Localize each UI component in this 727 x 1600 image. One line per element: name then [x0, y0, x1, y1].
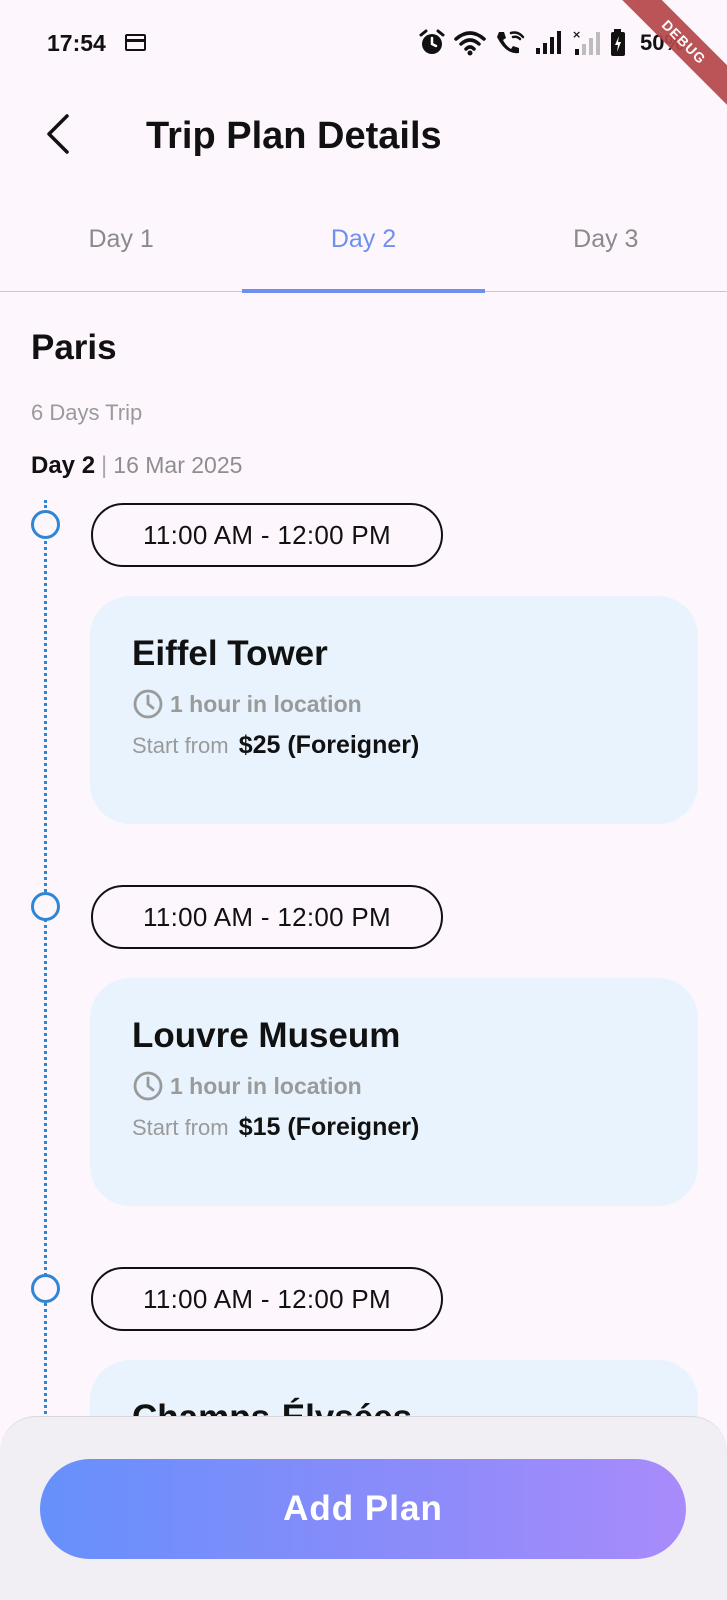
price-amount: $25 (Foreigner)	[238, 731, 420, 759]
plan-card-louvre-museum[interactable]: Louvre Museum 1 hour in location Start f…	[90, 978, 698, 1206]
plan-price: Start from $25 (Foreigner)	[132, 731, 419, 760]
status-icons: ×	[418, 27, 626, 59]
wifi-call-icon	[497, 31, 525, 54]
day-heading: Day 2 | 16 Mar 2025	[31, 452, 242, 480]
signal-icon	[536, 31, 561, 54]
price-amount: $15 (Foreigner)	[238, 1113, 420, 1141]
price-prefix: Start from	[132, 1115, 229, 1140]
plan-duration: 1 hour in location	[132, 688, 362, 720]
chevron-left-icon	[47, 114, 69, 154]
plan-duration-text: 1 hour in location	[170, 1072, 362, 1099]
time-pill: 11:00 AM - 12:00 PM	[91, 503, 443, 567]
battery-icon	[611, 29, 625, 56]
debug-banner: DEBUG	[606, 0, 727, 120]
signal-weak-icon: ×	[572, 29, 600, 55]
timeline-dot	[31, 892, 60, 921]
back-button[interactable]	[36, 112, 80, 156]
day-tabs: Day 1 Day 2 Day 3	[0, 200, 727, 293]
add-plan-button[interactable]: Add Plan	[40, 1459, 686, 1559]
plan-card-eiffel-tower[interactable]: Eiffel Tower 1 hour in location Start fr…	[90, 596, 698, 824]
tab-day-2[interactable]: Day 2	[242, 200, 485, 293]
calendar-icon	[125, 34, 146, 51]
price-prefix: Start from	[132, 733, 229, 758]
day-date: 16 Mar 2025	[113, 452, 243, 478]
plan-title: Louvre Museum	[132, 1016, 401, 1055]
timeline-dot	[31, 510, 60, 539]
status-time: 17:54	[47, 30, 106, 56]
plan-title: Eiffel Tower	[132, 634, 328, 673]
trip-length: 6 Days Trip	[31, 400, 143, 425]
time-pill: 11:00 AM - 12:00 PM	[91, 885, 443, 949]
plan-duration-text: 1 hour in location	[170, 690, 362, 717]
plan-price: Start from $15 (Foreigner)	[132, 1113, 419, 1142]
time-pill: 11:00 AM - 12:00 PM	[91, 1267, 443, 1331]
svg-text:×: ×	[572, 29, 581, 41]
timeline-dot	[31, 1274, 60, 1303]
city-name: Paris	[31, 328, 117, 367]
page-title: Trip Plan Details	[146, 115, 442, 157]
tab-day-3[interactable]: Day 3	[485, 200, 727, 291]
day-label: Day 2	[31, 452, 96, 479]
clock-icon	[133, 1071, 163, 1101]
alarm-icon	[419, 29, 445, 54]
wifi-icon	[454, 31, 486, 56]
tab-day-1[interactable]: Day 1	[0, 200, 242, 291]
day-separator: |	[101, 452, 108, 479]
clock-icon	[133, 689, 163, 719]
status-bar: 17:54 × 50% DEBUG	[0, 0, 727, 120]
plan-duration: 1 hour in location	[132, 1070, 362, 1102]
